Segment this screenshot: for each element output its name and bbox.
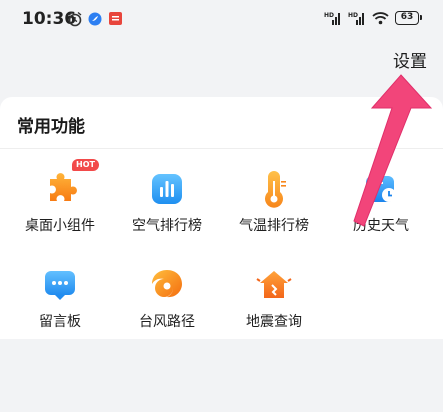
typhoon-icon <box>152 270 182 298</box>
item-label: 空气排行榜 <box>132 218 202 234</box>
divider <box>0 148 443 149</box>
common-functions-card: 常用功能 HOT 桌面小组件 空气排行榜 气温排行榜 历史天气 留言板 台风路径… <box>0 97 443 339</box>
status-bar: 10:36 HD HD 63 <box>0 0 443 40</box>
thermometer-icon <box>265 171 286 208</box>
item-label: 历史天气 <box>353 218 409 234</box>
earthquake-query-item[interactable]: 地震查询 <box>224 265 324 345</box>
item-label: 桌面小组件 <box>25 218 95 234</box>
calendar-clock-icon <box>366 176 396 202</box>
hd-signal-icon: HD <box>324 12 340 25</box>
notification-app-icon <box>109 12 122 25</box>
typhoon-path-item[interactable]: 台风路径 <box>117 265 217 345</box>
item-label: 留言板 <box>39 314 81 330</box>
wifi-icon <box>372 12 389 25</box>
svg-text:HD: HD <box>348 12 358 19</box>
air-ranking-item[interactable]: 空气排行榜 <box>117 169 217 249</box>
svg-text:HD: HD <box>324 12 334 19</box>
earthquake-house-icon <box>256 271 292 298</box>
battery-icon: 63 <box>395 11 422 25</box>
settings-button[interactable]: 设置 <box>393 47 427 72</box>
section-title: 常用功能 <box>17 117 85 137</box>
history-weather-item[interactable]: 历史天气 <box>331 169 431 249</box>
hot-badge: HOT <box>72 159 99 171</box>
alarm-icon <box>68 11 82 27</box>
message-board-item[interactable]: 留言板 <box>10 265 110 345</box>
item-label: 台风路径 <box>139 314 195 330</box>
browser-app-icon <box>88 12 102 26</box>
desktop-widget-item[interactable]: HOT 桌面小组件 <box>10 159 110 249</box>
status-right-group: HD HD 63 <box>324 11 422 25</box>
hd-signal-icon: HD <box>348 12 364 25</box>
item-label: 地震查询 <box>246 314 302 330</box>
temperature-ranking-item[interactable]: 气温排行榜 <box>224 169 324 249</box>
message-board-icon <box>45 271 75 300</box>
item-label: 气温排行榜 <box>239 218 309 234</box>
puzzle-widget-icon <box>50 173 77 201</box>
bar-chart-icon <box>152 174 182 204</box>
